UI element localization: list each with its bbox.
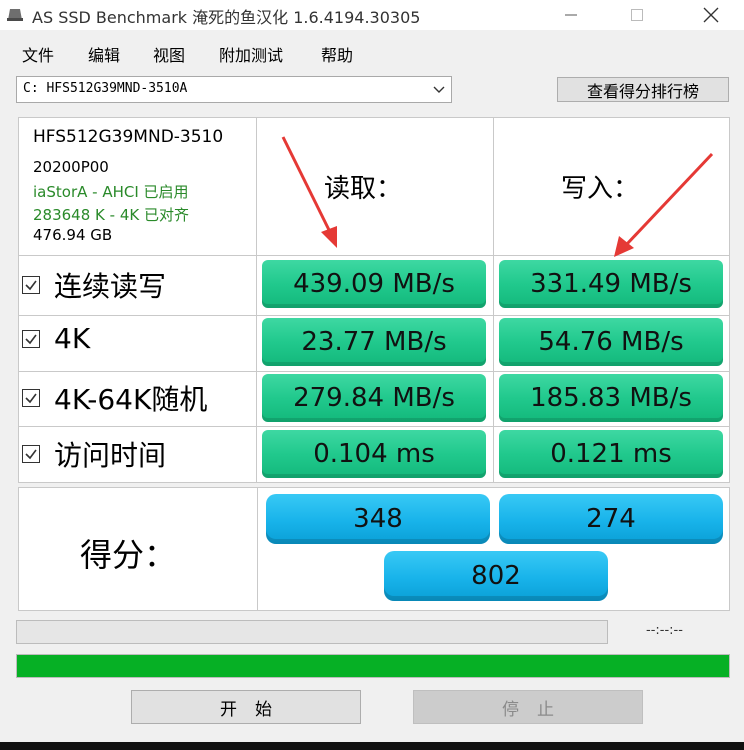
bottom-edge — [0, 742, 744, 750]
arrow-to-read-header — [281, 136, 337, 248]
elapsed-time: --:--:-- — [646, 623, 683, 638]
overall-progress-fill — [17, 655, 729, 677]
stop-button[interactable]: 停止 — [413, 690, 643, 724]
arrow-to-write-header — [614, 152, 714, 257]
start-button[interactable]: 开始 — [131, 690, 361, 724]
test-progress-bar — [16, 620, 608, 644]
overall-progress-bar — [16, 654, 730, 678]
